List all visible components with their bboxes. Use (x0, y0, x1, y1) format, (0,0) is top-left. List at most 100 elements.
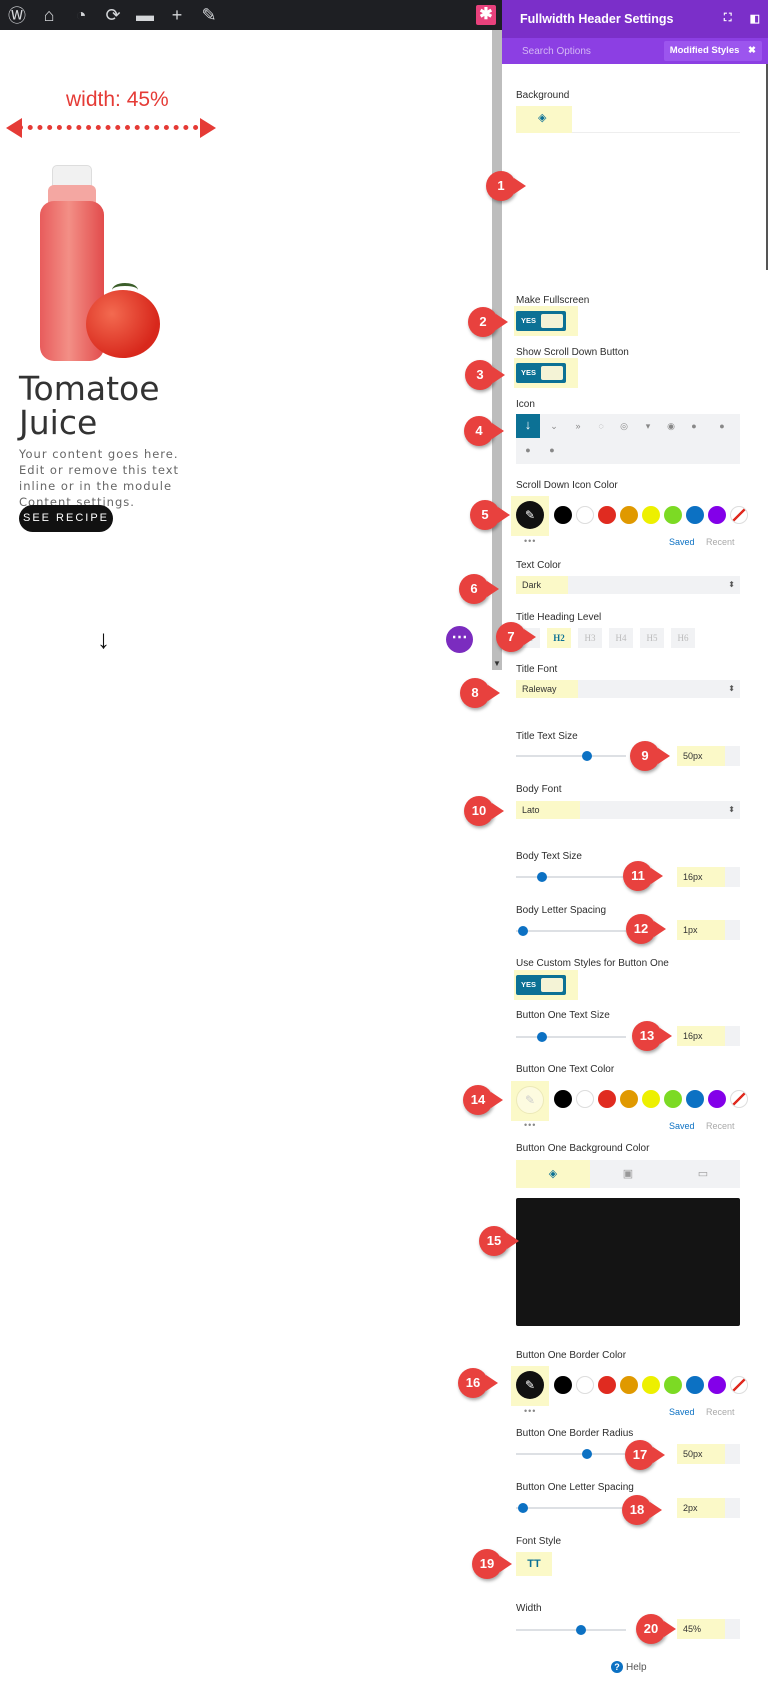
recent-colors-link[interactable]: Recent (706, 1407, 735, 1417)
caret-down-icon[interactable]: ▾ (641, 419, 655, 433)
filled-circle-caret-icon[interactable]: ● (545, 443, 559, 457)
eyedropper-icon[interactable]: ✎ (516, 501, 544, 529)
no-color-swatch-icon[interactable] (730, 1376, 748, 1394)
title-font-select[interactable]: Raleway ⬍ (516, 680, 740, 698)
color-tab-paint-icon[interactable]: ◈ (516, 1160, 590, 1188)
wordpress-icon[interactable]: Ⓦ (4, 2, 30, 28)
more-colors-icon[interactable]: ••• (524, 1120, 536, 1130)
search-options-input[interactable]: Search Options (502, 46, 664, 57)
width-slider[interactable] (516, 1629, 626, 1631)
dock-icon[interactable]: ◧ (750, 12, 760, 25)
color-swatch[interactable] (620, 1090, 638, 1108)
color-swatch[interactable] (598, 506, 616, 524)
heading-level-h6-button[interactable]: H6 (671, 628, 695, 648)
heading-level-h3-button[interactable]: H3 (578, 628, 602, 648)
show-scroll-toggle[interactable]: YES (516, 363, 566, 383)
help-link[interactable]: ? Help (611, 1661, 647, 1673)
btn-text-size-value[interactable]: 16px (677, 1026, 725, 1046)
my-sites-icon[interactable]: ⌂ (36, 2, 62, 28)
color-swatch[interactable] (642, 1090, 660, 1108)
color-swatch[interactable] (686, 506, 704, 524)
color-swatch[interactable] (554, 1376, 572, 1394)
saved-colors-link[interactable]: Saved (669, 1121, 695, 1131)
video-tab-icon[interactable]: ▭ (666, 1160, 740, 1188)
eyedropper-icon[interactable]: ✎ (516, 1371, 544, 1399)
edit-icon[interactable]: ✎ (196, 2, 222, 28)
recent-colors-link[interactable]: Recent (706, 1121, 735, 1131)
color-swatch[interactable] (664, 1376, 682, 1394)
updates-icon[interactable]: ⟳ (100, 2, 126, 28)
eyedropper-icon[interactable]: ✎ (516, 1086, 544, 1114)
btn-border-radius-slider[interactable] (516, 1453, 626, 1455)
make-fullscreen-toggle[interactable]: YES (516, 311, 566, 331)
btn-letter-spacing-value[interactable]: 2px (677, 1498, 725, 1518)
modified-styles-filter[interactable]: Modified Styles ✖ (663, 41, 762, 61)
width-knob[interactable] (576, 1625, 586, 1635)
circle-double-chevron-icon[interactable]: ◎ (617, 419, 631, 433)
body-letter-spacing-knob[interactable] (518, 926, 528, 936)
title-text-size-knob[interactable] (582, 751, 592, 761)
color-swatch[interactable] (664, 1090, 682, 1108)
custom-button-toggle[interactable]: YES (516, 975, 566, 995)
body-letter-spacing-value[interactable]: 1px (677, 920, 725, 940)
close-filter-icon[interactable]: ✖ (748, 45, 756, 56)
color-swatch[interactable] (554, 1090, 572, 1108)
color-swatch[interactable] (708, 1376, 726, 1394)
background-color-tab[interactable]: ◈ (516, 106, 572, 133)
btn-text-size-slider[interactable] (516, 1036, 626, 1038)
fullscreen-icon[interactable]: ⛶ (724, 12, 732, 25)
color-swatch[interactable] (576, 1376, 594, 1394)
color-swatch[interactable] (686, 1376, 704, 1394)
color-swatch[interactable] (620, 1376, 638, 1394)
color-swatch[interactable] (664, 506, 682, 524)
btn-bg-color-preview[interactable] (516, 1198, 740, 1326)
more-colors-icon[interactable]: ••• (524, 536, 536, 546)
heading-level-h5-button[interactable]: H5 (640, 628, 664, 648)
no-color-swatch-icon[interactable] (730, 1090, 748, 1108)
double-chevron-icon[interactable]: » (571, 419, 585, 433)
recent-colors-link[interactable]: Recent (706, 537, 735, 547)
image-tab-icon[interactable]: ▣ (591, 1160, 665, 1188)
color-swatch[interactable] (620, 506, 638, 524)
heading-level-h4-button[interactable]: H4 (609, 628, 633, 648)
body-text-size-knob[interactable] (537, 872, 547, 882)
btn-border-radius-knob[interactable] (582, 1449, 592, 1459)
divi-builder-button[interactable]: ✱ (476, 5, 496, 25)
heading-level-h2-button[interactable]: H2 (547, 628, 571, 648)
btn-text-size-knob[interactable] (537, 1032, 547, 1042)
circle-chevron-icon[interactable]: ◌ (594, 419, 608, 433)
saved-colors-link[interactable]: Saved (669, 537, 695, 547)
chevron-down-icon[interactable]: ⌄ (547, 419, 561, 433)
selected-arrow-icon[interactable]: ↓ (516, 414, 540, 438)
text-color-select[interactable]: Dark ⬍ (516, 576, 740, 594)
body-font-select[interactable]: Lato ⬍ (516, 801, 740, 819)
filled-circle-arrow-icon[interactable]: ● (687, 419, 701, 433)
color-swatch[interactable] (708, 1090, 726, 1108)
saved-colors-link[interactable]: Saved (669, 1407, 695, 1417)
scroll-down-icon[interactable]: ↓ (97, 624, 110, 655)
color-swatch[interactable] (576, 506, 594, 524)
comments-icon[interactable]: ▬ (132, 2, 158, 28)
title-text-size-slider[interactable] (516, 755, 626, 757)
color-swatch[interactable] (686, 1090, 704, 1108)
color-swatch[interactable] (598, 1376, 616, 1394)
new-icon[interactable]: + (164, 2, 190, 28)
color-swatch[interactable] (554, 506, 572, 524)
circle-caret-icon[interactable]: ◉ (664, 419, 678, 433)
btn-border-radius-value[interactable]: 50px (677, 1444, 725, 1464)
color-swatch[interactable] (642, 1376, 660, 1394)
dashboard-icon[interactable]: ◔ (68, 2, 94, 28)
color-swatch[interactable] (576, 1090, 594, 1108)
see-recipe-button[interactable]: SEE RECIPE (19, 505, 113, 532)
more-colors-icon[interactable]: ••• (524, 1406, 536, 1416)
preview-scrollbar[interactable] (492, 30, 502, 670)
uppercase-tt-button[interactable]: TT (516, 1552, 552, 1576)
body-text-size-value[interactable]: 16px (677, 867, 725, 887)
color-swatch[interactable] (642, 506, 660, 524)
btn-letter-spacing-slider[interactable] (516, 1507, 626, 1509)
module-options-button[interactable]: ⋯ (446, 626, 473, 653)
btn-letter-spacing-knob[interactable] (518, 1503, 528, 1513)
filled-circle-chevron-icon[interactable]: ● (715, 419, 729, 433)
no-color-swatch-icon[interactable] (730, 506, 748, 524)
scroll-down-caret-icon[interactable]: ▼ (493, 659, 501, 668)
